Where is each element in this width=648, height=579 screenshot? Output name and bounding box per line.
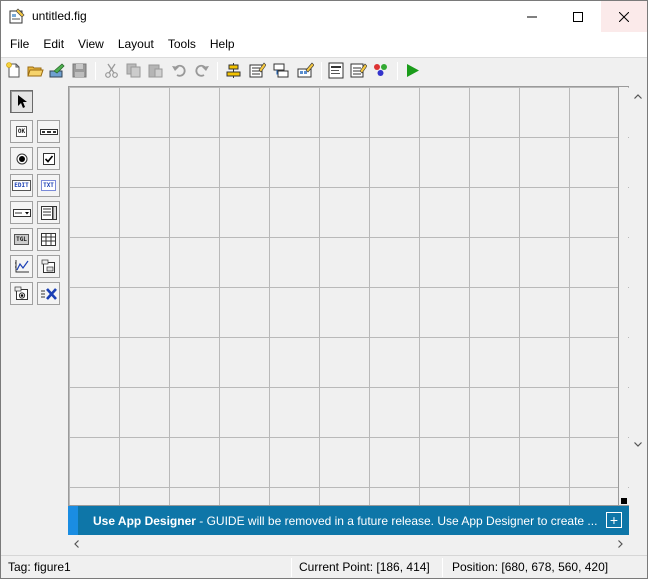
close-icon — [619, 11, 629, 22]
pop-up-menu-tool[interactable] — [10, 201, 33, 224]
panel-icon — [41, 259, 55, 273]
property-inspector-icon[interactable] — [350, 62, 367, 79]
edit-text-tool[interactable]: EDIT — [10, 174, 33, 197]
undo-icon[interactable] — [171, 62, 188, 79]
component-palette: OK EDIT TXT TGL — [1, 85, 67, 505]
menu-bar: File Edit View Layout Tools Help — [1, 32, 647, 57]
check-box-tool[interactable] — [37, 147, 60, 170]
canvas-right-edge — [618, 87, 628, 505]
copy-icon[interactable] — [125, 62, 142, 79]
new-figure-icon[interactable] — [5, 62, 22, 79]
static-text-tool[interactable]: TXT — [37, 174, 60, 197]
toolbar-separator — [321, 62, 322, 80]
toolbar — [1, 57, 647, 83]
close-button[interactable] — [601, 1, 647, 32]
push-button-label: OK — [15, 126, 28, 137]
guide-app-icon — [9, 8, 25, 24]
menu-view[interactable]: View — [71, 32, 111, 57]
figure-resize-handle[interactable] — [621, 498, 627, 504]
scroll-down-icon[interactable] — [629, 436, 646, 453]
scroll-left-icon[interactable] — [68, 535, 85, 552]
banner-accent-bar — [68, 506, 78, 535]
toggle-button-label: TGL — [14, 234, 29, 245]
slider-icon — [39, 128, 58, 135]
axes-icon — [14, 260, 29, 273]
radio-button-icon — [16, 153, 27, 164]
banner-title[interactable]: Use App Designer — [93, 514, 196, 528]
vertical-scrollbar[interactable] — [629, 86, 646, 506]
menu-help[interactable]: Help — [203, 32, 242, 57]
toolbar-separator — [95, 62, 96, 80]
run-figure-icon[interactable] — [404, 62, 421, 79]
layout-canvas[interactable] — [68, 86, 629, 506]
open-file-icon[interactable] — [27, 62, 44, 79]
status-position: Position: [680, 678, 560, 420] — [452, 560, 609, 574]
minimize-button[interactable] — [509, 1, 555, 32]
menu-file[interactable]: File — [3, 32, 36, 57]
object-browser-icon[interactable] — [372, 62, 389, 79]
align-objects-icon[interactable] — [225, 62, 242, 79]
table-icon — [41, 233, 56, 246]
status-divider — [291, 558, 292, 577]
button-group-tool[interactable] — [10, 282, 33, 305]
edit-icon[interactable] — [49, 62, 66, 79]
toggle-button-tool[interactable]: TGL — [10, 228, 33, 251]
list-box-icon — [40, 205, 57, 220]
menu-layout[interactable]: Layout — [111, 32, 161, 57]
app-designer-banner: Use App Designer - GUIDE will be removed… — [68, 506, 629, 535]
paste-icon[interactable] — [147, 62, 164, 79]
toolbar-separator — [397, 62, 398, 80]
maximize-button[interactable] — [555, 1, 601, 32]
redo-icon[interactable] — [193, 62, 210, 79]
minimize-icon — [527, 16, 537, 17]
list-box-tool[interactable] — [37, 201, 60, 224]
pop-up-menu-icon — [12, 208, 31, 217]
edit-text-label: EDIT — [12, 180, 31, 191]
maximize-icon — [573, 11, 583, 22]
status-bar: Tag: figure1 Current Point: [186, 414] P… — [1, 555, 647, 578]
push-button-tool[interactable]: OK — [10, 120, 33, 143]
cursor-arrow-icon — [17, 95, 27, 108]
banner-body: - GUIDE will be removed in a future rele… — [195, 514, 598, 528]
guide-window: untitled.fig File Edit View Layout Tools… — [0, 0, 648, 579]
scroll-up-icon[interactable] — [629, 88, 646, 105]
check-box-icon — [42, 152, 55, 165]
banner-message: Use App Designer - GUIDE will be removed… — [93, 514, 597, 528]
status-tag: Tag: figure1 — [8, 560, 71, 574]
status-divider — [442, 558, 443, 577]
panel-tool[interactable] — [37, 255, 60, 278]
toolbar-separator — [217, 62, 218, 80]
editor-icon[interactable] — [328, 62, 345, 79]
menu-tools[interactable]: Tools — [161, 32, 203, 57]
tab-order-editor-icon[interactable] — [273, 62, 290, 79]
slider-tool[interactable] — [37, 120, 60, 143]
static-text-label: TXT — [41, 180, 56, 191]
banner-expand-button[interactable]: + — [606, 512, 622, 528]
scroll-right-icon[interactable] — [612, 535, 629, 552]
select-tool-button[interactable] — [10, 90, 33, 113]
window-title: untitled.fig — [32, 9, 87, 23]
radio-button-tool[interactable] — [10, 147, 33, 170]
menu-edit[interactable]: Edit — [36, 32, 71, 57]
axes-tool[interactable] — [10, 255, 33, 278]
cut-icon[interactable] — [103, 62, 120, 79]
activex-icon — [40, 287, 57, 300]
status-current-point: Current Point: [186, 414] — [299, 560, 430, 574]
horizontal-scrollbar[interactable] — [68, 535, 630, 552]
title-bar: untitled.fig — [1, 1, 647, 32]
button-group-icon — [14, 286, 28, 300]
toolbar-editor-icon[interactable] — [297, 62, 314, 79]
activex-control-tool[interactable] — [37, 282, 60, 305]
save-icon[interactable] — [71, 62, 88, 79]
table-tool[interactable] — [37, 228, 60, 251]
menu-editor-icon[interactable] — [249, 62, 266, 79]
